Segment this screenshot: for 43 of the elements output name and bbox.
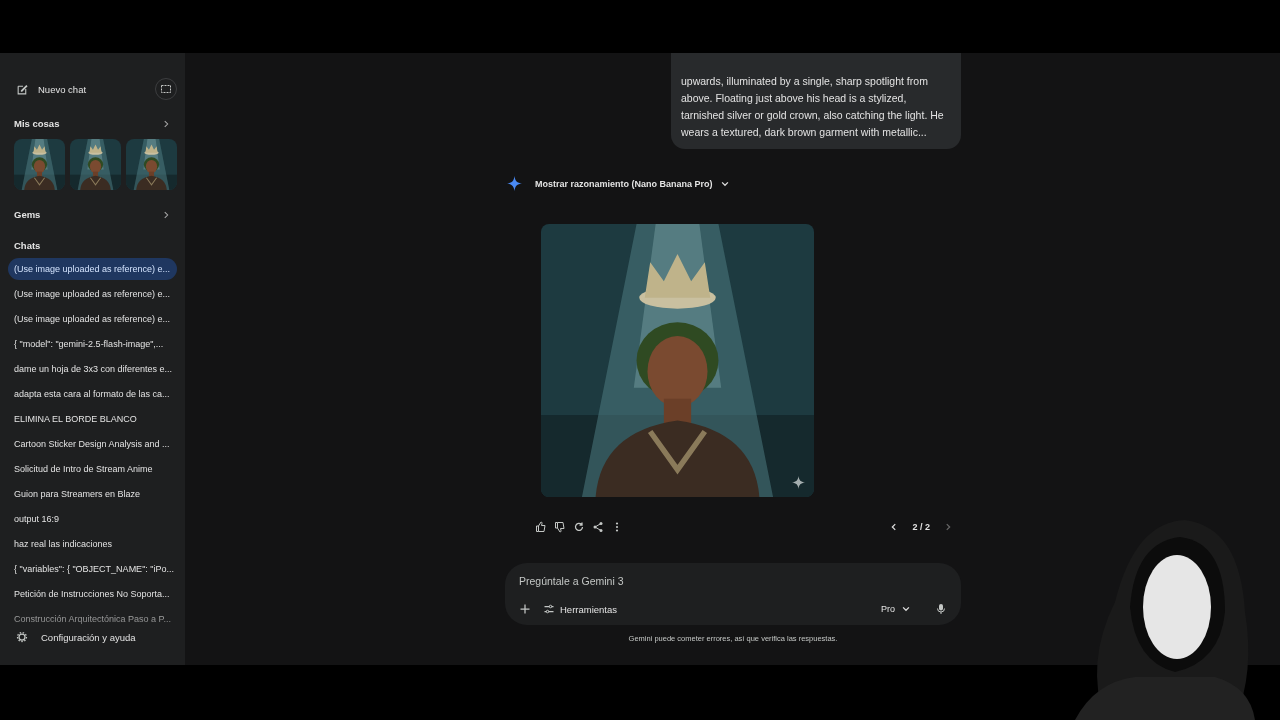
section-title: Gems xyxy=(14,209,41,220)
thumbs-down-icon[interactable] xyxy=(554,521,566,533)
thumbs-up-icon[interactable] xyxy=(535,521,547,533)
chat-item[interactable]: (Use image uploaded as reference) e... xyxy=(8,283,177,305)
settings-icon[interactable] xyxy=(16,631,28,643)
edit-icon xyxy=(16,82,29,96)
chevron-right-icon[interactable] xyxy=(161,209,171,220)
show-reasoning-button[interactable]: Mostrar razonamiento (Nano Banana Pro) xyxy=(535,178,730,189)
chat-item[interactable]: ELIMINA EL BORDE BLANCO xyxy=(8,408,177,430)
chat-item[interactable]: dame un hoja de 3x3 con diferentes e... xyxy=(8,358,177,380)
page-counter: 2 / 2 xyxy=(912,522,930,532)
prompt-box[interactable]: Pregúntale a Gemini 3 Herramientas Pro xyxy=(505,563,961,625)
section-title: Mis cosas xyxy=(14,118,60,129)
chat-item[interactable]: Solicitud de Intro de Stream Anime xyxy=(8,458,177,480)
model-dropdown[interactable]: Pro xyxy=(881,604,911,614)
microphone-icon[interactable] xyxy=(935,603,947,615)
prompt-input[interactable]: Pregúntale a Gemini 3 xyxy=(519,573,947,589)
chat-item[interactable]: (Use image uploaded as reference) e... xyxy=(8,258,177,280)
sparkle-icon xyxy=(507,176,522,191)
chat-item[interactable]: output 16:9 xyxy=(8,508,177,530)
plus-icon[interactable] xyxy=(519,603,531,615)
chevron-right-icon[interactable] xyxy=(943,522,953,532)
refresh-icon[interactable] xyxy=(573,521,585,533)
chat-item[interactable]: { "model": "gemini-2.5-flash-image",... xyxy=(8,333,177,355)
section-title: Chats xyxy=(14,240,42,251)
chevron-down-icon xyxy=(901,604,911,614)
chat-item[interactable]: Cartoon Sticker Design Analysis and ... xyxy=(8,433,177,455)
share-icon[interactable] xyxy=(592,521,604,533)
user-message: upwards, illuminated by a single, sharp spotlight from above. Floating just above his head is a stylized, tarnished silver or gold crown, also catching the light. He wears a textured, dark brown garment with metallic... xyxy=(671,53,961,149)
new-chat-button[interactable]: Nuevo chat xyxy=(8,78,95,100)
chevron-right-icon[interactable] xyxy=(161,118,171,129)
tools-button[interactable]: Herramientas xyxy=(543,603,618,615)
chat-item[interactable]: adapta esta cara al formato de las ca... xyxy=(8,383,177,405)
chat-item[interactable]: Petición de Instrucciones No Soporta... xyxy=(8,583,177,605)
dashed-square-icon xyxy=(160,83,172,95)
chat-item[interactable]: Construcción Arquitectónica Paso a P... xyxy=(8,608,177,630)
settings-link[interactable]: Configuración y ayuda xyxy=(41,631,136,643)
chat-item[interactable]: { "variables": { "OBJECT_NAME": "iPo... xyxy=(8,558,177,580)
chat-item[interactable]: haz real las indicaciones xyxy=(8,533,177,555)
chat-item[interactable]: (Use image uploaded as reference) e... xyxy=(8,308,177,330)
sparkle-icon xyxy=(792,476,805,489)
chat-item[interactable]: Guion para Streamers en Blaze xyxy=(8,483,177,505)
sliders-icon xyxy=(543,603,555,615)
